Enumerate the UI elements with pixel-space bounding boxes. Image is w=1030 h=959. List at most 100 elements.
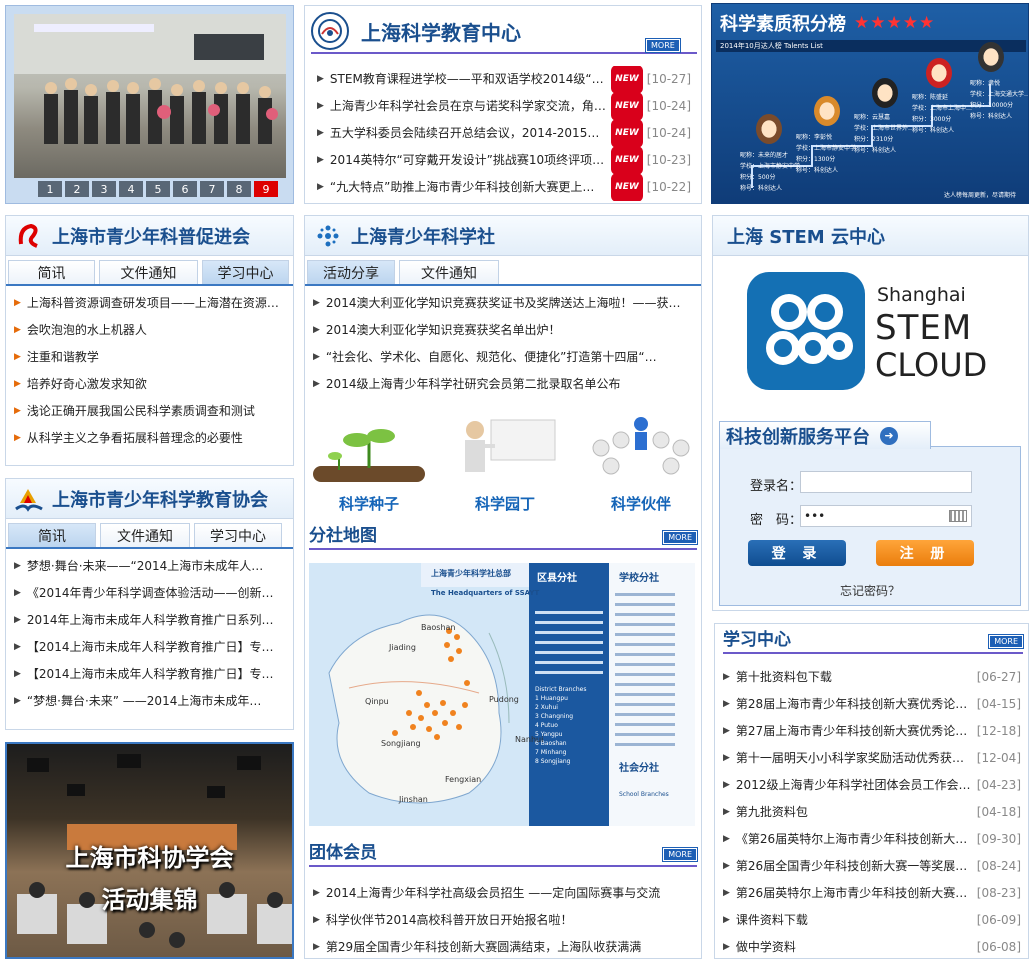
tab-study-center[interactable]: 学习中心	[194, 523, 282, 547]
star-rating-icon: ★★★★★	[854, 13, 936, 33]
list-item[interactable]: ▶ 《第26届英特尔上海市青少年科技创新大赛… [09-30]	[723, 826, 1021, 853]
tab-brief[interactable]: 简讯	[8, 260, 96, 284]
login-title: 科技创新服务平台	[726, 426, 870, 448]
arrow-icon: ▶	[317, 182, 324, 192]
feature-science-partner[interactable]: 科学伙伴	[581, 414, 701, 513]
district-branch-list: District Branches 1 Huangpu 2 Xuhui 3 Chan…	[535, 686, 587, 765]
tab-study-center[interactable]: 学习中心	[201, 260, 289, 284]
edu-center-panel: 上海科学教育中心 MORE ▶ STEM教育课程进学校——平和双语学校2014级“…	[304, 5, 702, 204]
new-badge: NEW	[611, 66, 643, 93]
page-button-7[interactable]: 7	[200, 181, 224, 197]
ranking-footer: 达人榜每周更新，尽请期待	[943, 192, 1016, 199]
list-item[interactable]: ▶ 第27届上海市青少年科技创新大赛优秀论文… [12-18]	[723, 718, 1021, 745]
page-button-6[interactable]: 6	[173, 181, 197, 197]
slideshow-photo[interactable]	[14, 14, 286, 178]
list-item[interactable]: ▶ “社会化、学术化、自愿化、规范化、便捷化”打造第十四届“…	[313, 344, 693, 371]
arrow-icon: ▶	[723, 807, 730, 817]
tab-notices[interactable]: 文件通知	[399, 260, 499, 284]
slideshow-scene	[14, 14, 286, 144]
register-button[interactable]: 注 册	[876, 540, 974, 566]
tab-notices[interactable]: 文件通知	[100, 523, 190, 547]
new-badge: NEW	[611, 120, 643, 147]
list-item[interactable]: ▶ 2014英特尔“可穿戴开发设计”挑战赛10项终评项… NEW [10-23]	[317, 147, 691, 174]
sprout-icon	[313, 429, 425, 482]
list-item[interactable]: ▶ 2014年上海市未成年人科学教育推广日系列活…	[14, 607, 285, 634]
school-branch-en: School Branches	[619, 791, 669, 798]
feature-science-seed[interactable]: 科学种子	[309, 414, 429, 513]
ranking-person-2: 昵称：李彭悦 学校：上海市静安中学 积分：1300分 称号：科创达人	[796, 134, 857, 174]
page-button-5[interactable]: 5	[146, 181, 170, 197]
list-item[interactable]: ▶ 2014澳大利亚化学知识竞赛获奖证书及奖牌送达上海啦！——获…	[313, 290, 693, 317]
page-button-3[interactable]: 3	[92, 181, 116, 197]
district-branch-title: 区县分社	[537, 573, 577, 584]
username-field[interactable]	[800, 471, 972, 493]
stem-cloud-logo-icon	[747, 272, 865, 390]
list-item[interactable]: ▶ 2012级上海青少年科学社团体会员工作会议… [04-23]	[723, 772, 1021, 799]
keyboard-icon[interactable]	[949, 510, 967, 522]
list-item[interactable]: ▶ 第十一届明天小小科学家奖励活动优秀获奖… [12-04]	[723, 745, 1021, 772]
tab-activity-share[interactable]: 活动分享	[307, 260, 395, 284]
arrow-icon: ▶	[14, 298, 21, 308]
password-field[interactable]: •••	[800, 505, 972, 527]
list-item[interactable]: ▶ 上海青少年科学社会员在京与诺奖科学家交流，角… NEW [10-24]	[317, 93, 691, 120]
list-item[interactable]: ▶ 《2014年青少年科学调查体验活动——创新在…	[14, 580, 285, 607]
branch-map[interactable]: 上海青少年科学社总部 The Headquarters of SSAYT 区县分…	[309, 563, 695, 826]
tab-notices[interactable]: 文件通知	[99, 260, 198, 284]
list-item[interactable]: ▶ 从科学主义之争看拓展科普理念的必要性	[14, 425, 285, 452]
page-button-9[interactable]: 9	[254, 181, 278, 197]
place-label: Jiading	[389, 643, 416, 652]
list-item[interactable]: ▶ 第九批资料包 [04-18]	[723, 799, 1021, 826]
list-item[interactable]: ▶ 2014上海青少年科学社高级会员招生 ——定向国际赛事与交流	[313, 880, 693, 907]
arrow-right-circle-icon[interactable]: ➜	[880, 426, 898, 445]
list-item[interactable]: ▶ 培养好奇心激发求知欲	[14, 371, 285, 398]
ranking-person-1: 昵称：未来的居才 学校：上海市静安中学 积分：500分 称号：科创达人	[740, 152, 801, 192]
list-item[interactable]: ▶ “梦想·舞台·未来” ——2014上海市未成年…	[14, 688, 285, 715]
tab-brief[interactable]: 简讯	[8, 523, 96, 547]
promo-panel: 上海市青少年科普促进会 简讯 文件通知 学习中心 ▶ 上海科普资源调查研发项目——…	[5, 215, 294, 466]
list-item[interactable]: ▶ 2014级上海青少年科学社研究会员第二批录取名单公布	[313, 371, 693, 398]
arrow-icon: ▶	[317, 101, 324, 111]
forgot-password-link[interactable]: 忘记密码？	[840, 582, 900, 599]
list-item[interactable]: ▶ 【2014上海市未成年人科学教育推广日】专辑…	[14, 634, 285, 661]
activity-gallery-banner[interactable]: 上海市科协学会 活动集锦	[5, 742, 294, 959]
edu-center-more-button[interactable]: MORE	[645, 38, 681, 53]
study-more-button[interactable]: MORE	[988, 634, 1024, 649]
list-item[interactable]: ▶ 上海科普资源调查研发项目——上海潜在资源…	[14, 290, 285, 317]
list-item[interactable]: ▶ 第29届全国青少年科技创新大赛圆满结束，上海队收获满满	[313, 934, 693, 958]
list-item[interactable]: ▶ 第26届全国青少年科技创新大赛一等奖展板… [08-24]	[723, 853, 1021, 880]
list-item[interactable]: ▶ 2014澳大利亚化学知识竞赛获奖名单出炉！	[313, 317, 693, 344]
ranking-board[interactable]: 科学素质积分榜 ★★★★★ 2014年10月达人榜 Talents List 昵…	[711, 3, 1029, 204]
list-item[interactable]: ▶ 科学伙伴节2014高校科普开放日开始报名啦！	[313, 907, 693, 934]
list-item[interactable]: ▶ 课件资料下载 [06-09]	[723, 907, 1021, 934]
edu-center-title-underline	[311, 52, 697, 54]
list-item[interactable]: ▶ 注重和谐教学	[14, 344, 285, 371]
list-item[interactable]: ▶ 第十批资料包下载 [06-27]	[723, 664, 1021, 691]
members-more-button[interactable]: MORE	[662, 847, 698, 862]
list-item[interactable]: ▶ 浅论正确开展我国公民科学素质调查和测试	[14, 398, 285, 425]
list-item[interactable]: ▶ 【2014上海市未成年人科学教育推广日】专辑…	[14, 661, 285, 688]
list-item[interactable]: ▶ 做中学资料 [06-08]	[723, 934, 1021, 958]
place-label: Nanhui	[515, 735, 544, 744]
avatar	[978, 42, 1004, 72]
list-item[interactable]: ▶ 第28届上海市青少年科技创新大赛优秀论文… [04-15]	[723, 691, 1021, 718]
edu-center-title: 上海科学教育中心	[361, 20, 521, 45]
page-button-2[interactable]: 2	[65, 181, 89, 197]
feature-science-gardener[interactable]: 科学园丁	[445, 414, 565, 513]
map-more-button[interactable]: MORE	[662, 530, 698, 545]
ranking-title: 科学素质积分榜	[720, 14, 846, 35]
photo-slideshow[interactable]: 1 2 3 4 5 6 7 8 9	[5, 5, 294, 204]
login-button[interactable]: 登 录	[748, 540, 846, 566]
gallery-caption-line1: 上海市科协学会	[65, 844, 234, 872]
page-button-4[interactable]: 4	[119, 181, 143, 197]
promo-logo-icon	[14, 221, 44, 251]
study-center-panel: 学习中心 MORE ▶ 第十批资料包下载 [06-27] ▶ 第28届上海市青少年科技…	[714, 623, 1029, 959]
list-item[interactable]: ▶ STEM教育课程进学校——平和双语学校2014级“科… NEW [10-27]	[317, 66, 691, 93]
stem-cloud-logo[interactable]: Shanghai STEM CLOUD	[743, 268, 1005, 398]
page-button-8[interactable]: 8	[227, 181, 251, 197]
page-button-1[interactable]: 1	[38, 181, 62, 197]
list-item[interactable]: ▶ 梦想·舞台·未来——“2014上海市未成年人…	[14, 553, 285, 580]
list-item[interactable]: ▶ 第26届英特尔上海市青少年科技创新大赛一… [08-23]	[723, 880, 1021, 907]
list-item[interactable]: ▶ 会吹泡泡的水上机器人	[14, 317, 285, 344]
list-item[interactable]: ▶ 五大学科委员会陆续召开总结会议，2014-2015中学… NEW [10-24]	[317, 120, 691, 147]
list-item[interactable]: ▶ “九大特点”助推上海市青少年科技创新大赛更上… NEW [10-22]	[317, 174, 691, 201]
